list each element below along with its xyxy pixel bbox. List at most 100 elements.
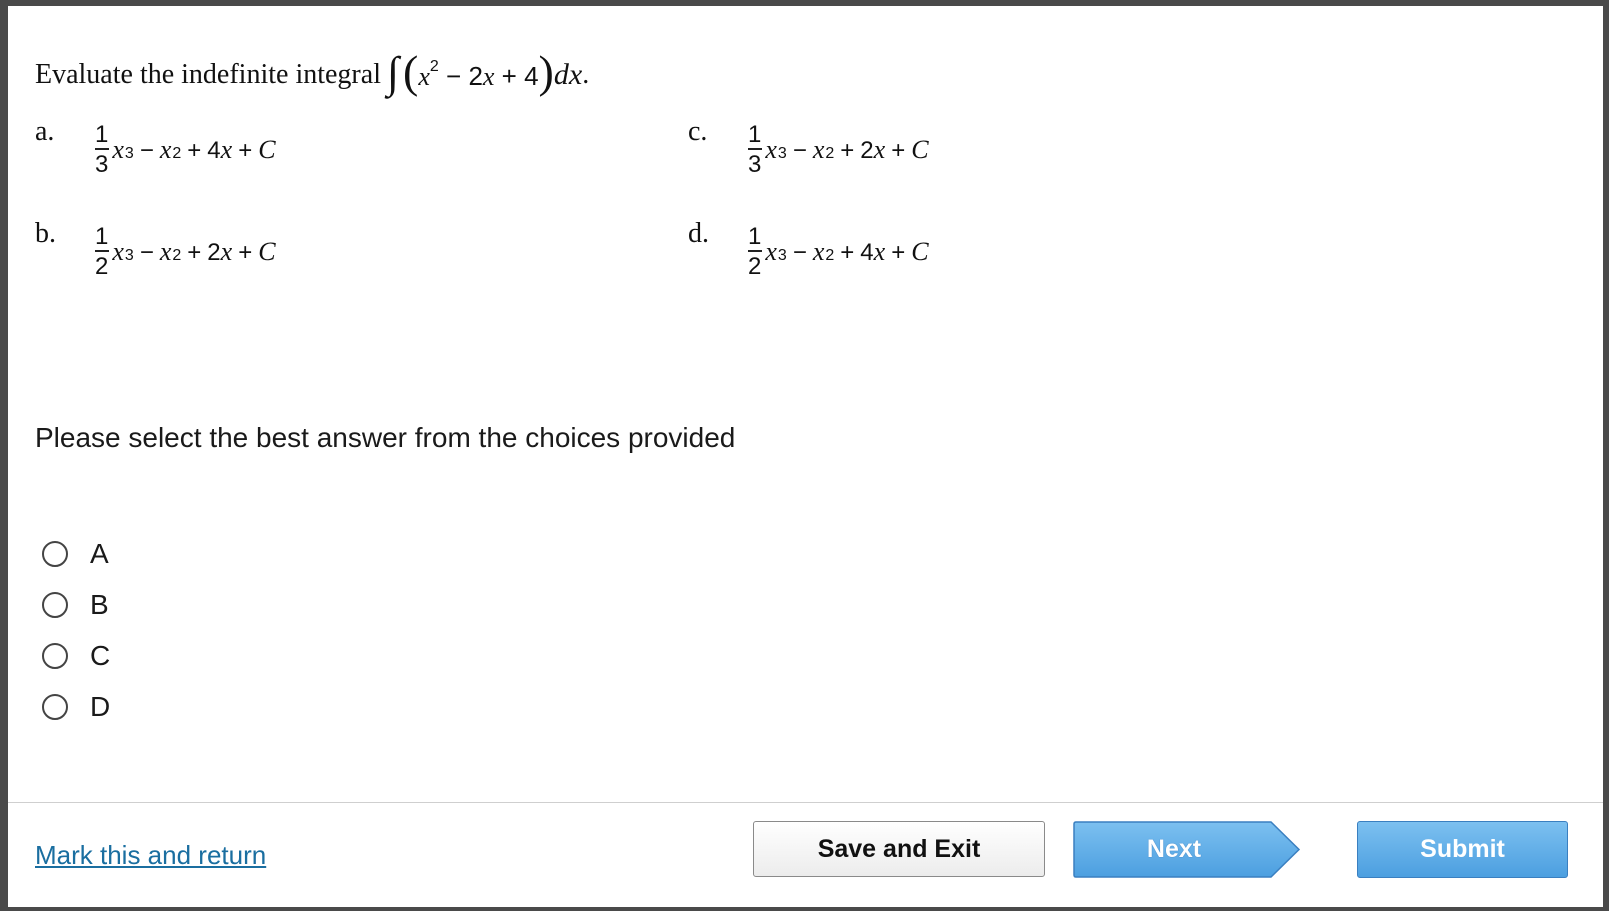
fraction-numerator: 1 bbox=[748, 223, 762, 250]
exponent: 3 bbox=[777, 246, 787, 264]
exponent: 3 bbox=[124, 246, 134, 264]
exponent: 2 bbox=[825, 144, 835, 162]
next-button[interactable]: Next bbox=[1073, 821, 1301, 878]
fraction-denominator: 3 bbox=[95, 151, 109, 179]
option-a[interactable]: A bbox=[42, 528, 110, 579]
exponent: 2 bbox=[825, 246, 835, 264]
choice-letter: d. bbox=[688, 217, 709, 249]
exponent: 2 bbox=[172, 246, 182, 264]
save-and-exit-button[interactable]: Save and Exit bbox=[753, 821, 1045, 877]
exponent: 3 bbox=[124, 144, 134, 162]
option-b[interactable]: B bbox=[42, 579, 110, 630]
operator: + bbox=[840, 136, 855, 164]
integrand: x2 − 2x + 4 bbox=[418, 58, 538, 92]
instruction-text: Please select the best answer from the c… bbox=[35, 422, 736, 453]
close-paren: ) bbox=[538, 46, 554, 97]
fraction-numerator: 1 bbox=[95, 223, 109, 250]
answer-options: A B C D bbox=[42, 528, 110, 732]
option-c[interactable]: C bbox=[42, 630, 110, 681]
integrand-exponent: 2 bbox=[429, 58, 439, 75]
choice-expression: x3 − x2 + 4x + C bbox=[765, 237, 928, 267]
fraction: 1 2 bbox=[93, 224, 110, 279]
radio-button[interactable] bbox=[42, 642, 68, 669]
radio-button[interactable] bbox=[42, 591, 68, 618]
choice-d: d. 1 2 x3 − x2 + 4x + C bbox=[688, 218, 929, 280]
fraction: 1 3 bbox=[746, 122, 763, 177]
fraction-bar bbox=[747, 250, 762, 253]
option-label: D bbox=[90, 690, 111, 722]
constant-c: C bbox=[258, 236, 276, 266]
fraction-numerator: 1 bbox=[95, 121, 109, 148]
fraction-denominator: 2 bbox=[95, 253, 109, 281]
radio-button[interactable] bbox=[42, 693, 68, 720]
var-x: x bbox=[112, 236, 124, 266]
exponent: 2 bbox=[172, 144, 182, 162]
var-x: x bbox=[220, 134, 233, 164]
choice-expression: x3 − x2 + 2x + C bbox=[765, 135, 928, 165]
choice-letter: c. bbox=[688, 115, 708, 147]
var-x: x bbox=[812, 236, 825, 266]
footer-divider bbox=[8, 802, 1603, 803]
coefficient: 4 bbox=[860, 238, 874, 266]
operator: − bbox=[139, 238, 154, 266]
mark-and-return-link[interactable]: Mark this and return bbox=[35, 840, 266, 871]
choice-b: b. 1 2 x3 − x2 + 2x + C bbox=[35, 218, 276, 280]
constant-c: C bbox=[911, 134, 929, 164]
var-x: x bbox=[873, 236, 886, 266]
choice-letter: b. bbox=[35, 217, 56, 249]
submit-button[interactable]: Submit bbox=[1357, 821, 1568, 878]
var-x: x bbox=[112, 134, 124, 164]
integrand-end: + 4 bbox=[494, 61, 539, 91]
option-label: B bbox=[90, 588, 109, 620]
var-x: x bbox=[873, 134, 886, 164]
option-label: C bbox=[90, 639, 111, 671]
next-button-label: Next bbox=[1146, 835, 1202, 863]
differential: dx bbox=[553, 58, 583, 91]
exponent: 3 bbox=[777, 144, 787, 162]
choice-a: a. 1 3 x3 − x2 + 4x + C bbox=[35, 116, 276, 178]
operator: + bbox=[891, 136, 906, 164]
var-x: x bbox=[812, 134, 825, 164]
integral-sign: ∫ bbox=[386, 48, 400, 97]
choice-expression: x3 − x2 + 4x + C bbox=[112, 135, 275, 165]
fraction-denominator: 3 bbox=[748, 151, 762, 179]
integrand-x2: x bbox=[482, 62, 495, 91]
operator: − bbox=[139, 136, 154, 164]
fraction-bar bbox=[94, 148, 109, 151]
coefficient: 2 bbox=[207, 238, 221, 266]
var-x: x bbox=[765, 134, 777, 164]
integrand-mid: − 2 bbox=[438, 61, 483, 91]
option-label: A bbox=[90, 537, 109, 569]
var-x: x bbox=[159, 134, 172, 164]
fraction-denominator: 2 bbox=[748, 253, 762, 281]
operator: + bbox=[840, 238, 855, 266]
operator: + bbox=[187, 136, 202, 164]
operator: + bbox=[238, 136, 253, 164]
coefficient: 4 bbox=[207, 136, 221, 164]
operator: + bbox=[187, 238, 202, 266]
question-text: Evaluate the indefinite integral bbox=[35, 59, 381, 90]
question-period: . bbox=[582, 59, 590, 90]
integrand-x: x bbox=[418, 62, 430, 91]
fraction-bar bbox=[94, 250, 109, 253]
var-x: x bbox=[765, 236, 777, 266]
open-paren: ( bbox=[403, 46, 419, 97]
fraction: 1 3 bbox=[93, 122, 110, 177]
option-d[interactable]: D bbox=[42, 681, 110, 732]
choice-expression: x3 − x2 + 2x + C bbox=[112, 237, 275, 267]
question-prompt: Evaluate the indefinite integral ∫ ( x2 … bbox=[35, 46, 590, 98]
choice-c: c. 1 3 x3 − x2 + 2x + C bbox=[688, 116, 929, 178]
constant-c: C bbox=[911, 236, 929, 266]
integral-expression: ∫ ( x2 − 2x + 4 ) dx . bbox=[386, 46, 590, 98]
operator: − bbox=[792, 136, 807, 164]
fraction: 1 2 bbox=[746, 224, 763, 279]
choice-letter: a. bbox=[35, 115, 55, 147]
radio-button[interactable] bbox=[42, 540, 68, 567]
var-x: x bbox=[159, 236, 172, 266]
operator: + bbox=[891, 238, 906, 266]
constant-c: C bbox=[258, 134, 276, 164]
operator: − bbox=[792, 238, 807, 266]
fraction-bar bbox=[747, 148, 762, 151]
operator: + bbox=[238, 238, 253, 266]
fraction-numerator: 1 bbox=[748, 121, 762, 148]
